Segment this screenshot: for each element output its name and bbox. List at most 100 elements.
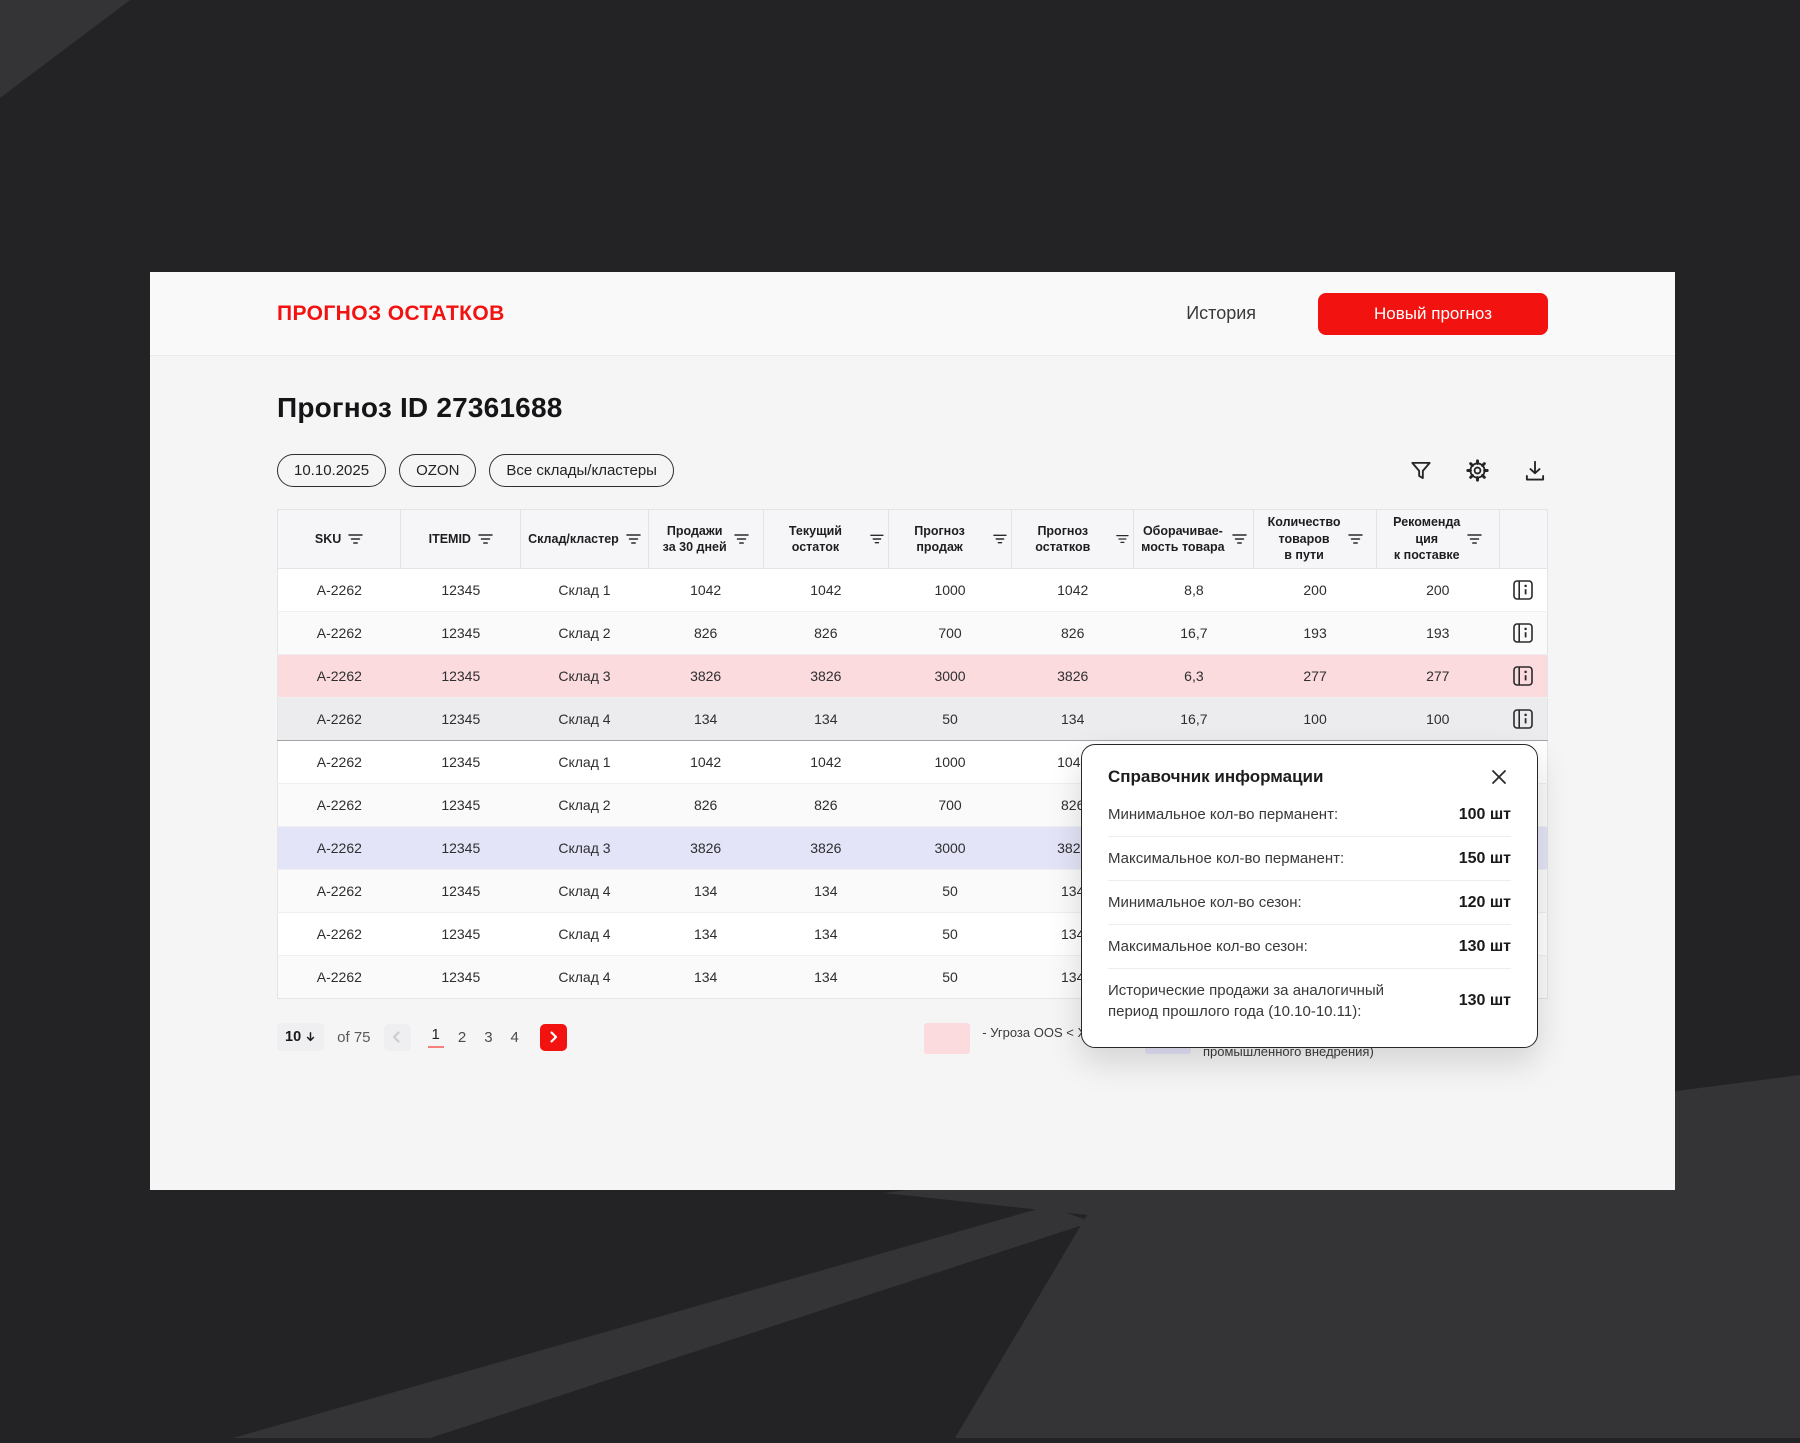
column-header-label: в пути	[1268, 547, 1341, 564]
table-row: A-226212345Склад 338263826300038266,3277…	[278, 655, 1548, 698]
column-header-label: ITEMID	[429, 531, 471, 548]
table-cell: 12345	[401, 870, 521, 913]
table-cell: 50	[888, 870, 1011, 913]
filter-chips: 10.10.2025 OZON Все склады/кластеры	[277, 454, 674, 487]
info-icon	[1513, 623, 1533, 643]
column-header[interactable]: SKU	[278, 510, 401, 569]
column-header-label: Количество	[1268, 514, 1341, 531]
table-cell: 1042	[648, 741, 763, 784]
column-header-actions	[1499, 510, 1547, 569]
legend-swatch	[924, 1023, 970, 1054]
table-cell: 826	[648, 784, 763, 827]
total-pages-label: of 75	[337, 1029, 370, 1046]
info-row-label: Максимальное кол-во перманент:	[1108, 848, 1344, 869]
download-button[interactable]	[1521, 457, 1548, 484]
filter-lines-icon	[870, 533, 884, 545]
filter-chip[interactable]: 10.10.2025	[277, 454, 386, 487]
column-header-label: Продажи	[663, 523, 727, 540]
column-header-label: товаров	[1268, 531, 1341, 548]
filter-lines-icon	[993, 533, 1007, 545]
table-cell: Склад 2	[521, 784, 648, 827]
info-modal-title: Справочник информации	[1108, 767, 1323, 787]
table-cell: A-2262	[278, 827, 401, 870]
download-icon	[1522, 458, 1548, 484]
column-header[interactable]: Текущий остаток	[763, 510, 888, 569]
table-cell: 12345	[401, 827, 521, 870]
table-cell: Склад 4	[521, 698, 648, 741]
table-cell: 50	[888, 913, 1011, 956]
pagination: 10 of 75 1234	[277, 1023, 567, 1051]
new-forecast-button[interactable]: Новый прогноз	[1318, 293, 1548, 335]
table-cell: A-2262	[278, 741, 401, 784]
table-cell: 134	[763, 698, 888, 741]
table-cell: A-2262	[278, 870, 401, 913]
settings-button[interactable]	[1464, 457, 1491, 484]
table-cell: 134	[1012, 698, 1134, 741]
info-row: Минимальное кол-во сезон:120 шт	[1108, 880, 1511, 924]
filter-button[interactable]	[1407, 457, 1434, 484]
table-cell: A-2262	[278, 655, 401, 698]
close-modal-button[interactable]	[1487, 765, 1511, 789]
info-row-label: Минимальное кол-во сезон:	[1108, 892, 1302, 913]
column-header-label: мость товара	[1141, 539, 1224, 556]
table-cell: A-2262	[278, 956, 401, 999]
table-cell: 700	[888, 612, 1011, 655]
table-cell: 100	[1376, 698, 1499, 741]
table-cell: 1000	[888, 569, 1011, 612]
column-header[interactable]: Склад/кластер	[521, 510, 648, 569]
filter-chip[interactable]: Все склады/кластеры	[489, 454, 674, 487]
filter-lines-icon	[626, 533, 641, 545]
chevron-left-icon	[390, 1030, 404, 1044]
filter-chip[interactable]: OZON	[399, 454, 476, 487]
row-info-button[interactable]	[1511, 707, 1535, 731]
table-cell: 16,7	[1134, 612, 1254, 655]
column-header[interactable]: Продажиза 30 дней	[648, 510, 763, 569]
table-cell: 826	[763, 612, 888, 655]
column-header[interactable]: Прогноз остатков	[1012, 510, 1134, 569]
column-header[interactable]: Рекомендацияк поставке	[1376, 510, 1499, 569]
page-number[interactable]: 4	[507, 1029, 523, 1046]
page-number[interactable]: 2	[454, 1029, 470, 1046]
info-row: Максимальное кол-во перманент:150 шт	[1108, 836, 1511, 880]
table-cell: A-2262	[278, 569, 401, 612]
info-row: Минимальное кол-во перманент:100 шт	[1108, 793, 1511, 836]
filter-lines-icon	[734, 533, 749, 545]
next-page-button[interactable]	[540, 1024, 567, 1051]
column-header[interactable]: Оборачивае-мость товара	[1134, 510, 1254, 569]
table-cell: Склад 3	[521, 827, 648, 870]
page-number[interactable]: 1	[428, 1026, 444, 1048]
filter-lines-icon	[1467, 533, 1482, 545]
table-cell: 3000	[888, 827, 1011, 870]
history-link[interactable]: История	[1180, 302, 1262, 325]
info-row-value: 130 шт	[1459, 938, 1511, 956]
column-header-label: Оборачивае-	[1141, 523, 1224, 540]
column-header[interactable]: ITEMID	[401, 510, 521, 569]
table-cell: 6,3	[1134, 655, 1254, 698]
table-cell-actions	[1499, 612, 1547, 655]
table-toolbar	[1407, 457, 1548, 484]
table-cell: 200	[1376, 569, 1499, 612]
prev-page-button[interactable]	[384, 1024, 411, 1051]
page-size-select[interactable]: 10	[277, 1023, 324, 1051]
row-info-button[interactable]	[1511, 664, 1535, 688]
row-info-button[interactable]	[1511, 578, 1535, 602]
page-size-value: 10	[285, 1029, 301, 1045]
column-header[interactable]: Прогноз продаж	[888, 510, 1011, 569]
filter-lines-icon	[1232, 533, 1247, 545]
row-info-button[interactable]	[1511, 621, 1535, 645]
column-header-label: SKU	[315, 531, 341, 548]
table-cell: 50	[888, 698, 1011, 741]
page-number[interactable]: 3	[480, 1029, 496, 1046]
column-header[interactable]: Количествотоваровв пути	[1254, 510, 1376, 569]
table-cell: 12345	[401, 698, 521, 741]
gear-icon	[1464, 457, 1491, 484]
table-cell: 826	[1012, 612, 1134, 655]
table-cell: 200	[1254, 569, 1376, 612]
table-cell: Склад 2	[521, 612, 648, 655]
funnel-icon	[1408, 458, 1434, 484]
table-cell: 3826	[1012, 655, 1134, 698]
info-modal-body: Минимальное кол-во перманент:100 штМакси…	[1108, 793, 1511, 1033]
table-cell-actions	[1499, 655, 1547, 698]
table-header-row: SKU ITEMID Склад/кластерПродажиза 30 днейТ…	[278, 510, 1548, 569]
table-cell: 134	[648, 913, 763, 956]
